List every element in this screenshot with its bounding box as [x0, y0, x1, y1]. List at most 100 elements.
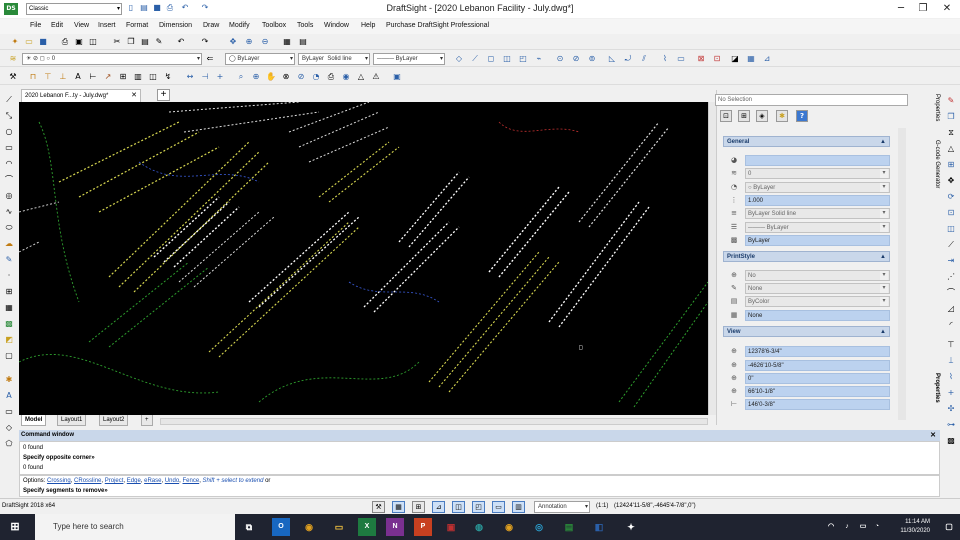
- text-icon[interactable]: A: [73, 72, 83, 82]
- ortho-toggle-icon[interactable]: ⊿: [432, 501, 445, 513]
- file-explorer-icon[interactable]: ▭: [330, 518, 348, 536]
- option-link[interactable]: eRase: [144, 478, 161, 484]
- polygon-icon[interactable]: ◇: [4, 423, 14, 433]
- menu-tools[interactable]: Tools: [297, 22, 313, 29]
- close-button[interactable]: ✕: [936, 0, 958, 18]
- edit-polyline-icon[interactable]: ⌇: [946, 372, 956, 382]
- select-objects-icon[interactable]: ⊡: [720, 110, 732, 122]
- scale-icon[interactable]: ⊡: [946, 208, 956, 218]
- rectangle-icon[interactable]: ▭: [4, 143, 14, 153]
- tab-model[interactable]: Model: [21, 415, 47, 426]
- redo-icon[interactable]: ↷: [200, 37, 210, 47]
- snap-none-icon[interactable]: ▭: [676, 54, 686, 64]
- lineweight-toggle-icon[interactable]: ▥: [512, 501, 525, 513]
- line-icon[interactable]: ⟋: [4, 95, 14, 105]
- mirror-icon[interactable]: ⧖: [946, 128, 956, 138]
- snap-intersection-icon[interactable]: ⌁: [534, 54, 544, 64]
- spline-icon[interactable]: ∿: [4, 207, 14, 217]
- printstyle-field-4[interactable]: None: [745, 310, 890, 321]
- snap-center-icon[interactable]: ◻: [486, 54, 496, 64]
- open-icon[interactable]: ▭: [24, 37, 34, 47]
- table-icon[interactable]: ⊞: [118, 72, 128, 82]
- onenote-icon[interactable]: N: [386, 518, 404, 536]
- point-icon[interactable]: ·: [4, 271, 14, 281]
- action-center-icon[interactable]: ▢: [940, 518, 958, 536]
- explode-icon[interactable]: ⊤: [946, 340, 956, 350]
- view-center-x-field[interactable]: 12378'6-3/4": [745, 346, 890, 357]
- grid-toggle-icon[interactable]: ▦: [392, 501, 405, 513]
- orbit-icon[interactable]: ⊗: [281, 72, 291, 82]
- warning-icon[interactable]: ⚠: [371, 72, 381, 82]
- side-tab-gcode[interactable]: G-code Generator: [928, 140, 940, 188]
- view-center-z-field[interactable]: 0": [745, 373, 890, 384]
- lengthen-icon[interactable]: ⊶: [946, 420, 956, 430]
- triangle-icon[interactable]: △: [356, 72, 366, 82]
- pattern-icon[interactable]: ⊞: [946, 160, 956, 170]
- polyline-icon[interactable]: ⌒: [4, 175, 14, 185]
- join-icon[interactable]: ⌒: [946, 288, 956, 298]
- xref-icon[interactable]: ↯: [163, 72, 173, 82]
- measure-icon[interactable]: ✣: [946, 404, 956, 414]
- teams-icon[interactable]: ▣: [442, 518, 460, 536]
- general-lineweight-select[interactable]: ──── ByLayer ▾: [745, 222, 890, 233]
- color-select[interactable]: ◯ ByLayer ▾: [225, 53, 295, 65]
- option-link[interactable]: Project: [105, 478, 124, 484]
- general-color-select[interactable]: ○ ByLayer ▾: [745, 182, 890, 193]
- id-point-icon[interactable]: +: [215, 72, 225, 82]
- hammer-icon[interactable]: ⚒: [8, 72, 18, 82]
- revision-cloud-icon[interactable]: ☁: [4, 239, 14, 249]
- donut-icon[interactable]: ◎: [4, 191, 14, 201]
- snap-tracking-icon[interactable]: ⊡: [712, 54, 722, 64]
- drawing-canvas[interactable]: □: [19, 102, 708, 415]
- polar-toggle-icon[interactable]: ◫: [452, 501, 465, 513]
- snap-quadrant-icon[interactable]: ◰: [518, 54, 528, 64]
- circle-icon[interactable]: ○: [4, 127, 14, 137]
- print-preview-icon[interactable]: ▣: [74, 37, 84, 47]
- design-resources-icon[interactable]: ▦: [282, 37, 292, 47]
- hatch-icon[interactable]: ▥: [133, 72, 143, 82]
- help-button[interactable]: ?: [796, 110, 808, 122]
- screenshot-tool-icon[interactable]: ◧: [590, 518, 608, 536]
- minimize-button[interactable]: ─: [890, 0, 912, 18]
- snap-endpoint-icon[interactable]: ◇: [454, 54, 464, 64]
- snap-extension-icon[interactable]: ⊙: [555, 54, 565, 64]
- draftsight-task-icon[interactable]: ▤: [560, 518, 578, 536]
- properties-icon[interactable]: ▤: [298, 37, 308, 47]
- snap-midpoint-icon[interactable]: ⟋: [470, 54, 480, 64]
- menu-modify[interactable]: Modify: [229, 22, 250, 29]
- lineweight-select[interactable]: ──── ByLayer ▾: [373, 53, 445, 65]
- selection-select[interactable]: No Selection: [715, 94, 908, 106]
- network-status-icon[interactable]: ◔: [868, 518, 886, 536]
- menu-edit[interactable]: Edit: [51, 22, 63, 29]
- leader-icon[interactable]: ↗: [103, 72, 113, 82]
- printstyle-field-3[interactable]: ByColor ▾: [745, 296, 890, 307]
- undo-icon[interactable]: ↶: [176, 37, 186, 47]
- option-link[interactable]: Fence: [183, 478, 200, 484]
- zoom-icon[interactable]: ⊕: [251, 72, 261, 82]
- excel-icon[interactable]: X: [358, 518, 376, 536]
- printstyle-field-2[interactable]: None ▾: [745, 283, 890, 294]
- section-general-header[interactable]: General ▲: [723, 136, 890, 147]
- menu-draw[interactable]: Draw: [203, 22, 219, 29]
- esnap-toggle-icon[interactable]: ◰: [472, 501, 485, 513]
- copy-icon[interactable]: ❐: [946, 112, 956, 122]
- area-icon[interactable]: ⊣: [200, 72, 210, 82]
- rotate-icon[interactable]: ⟳: [946, 192, 956, 202]
- side-tab-properties-active[interactable]: Properties: [928, 373, 940, 403]
- general-color-field[interactable]: [745, 155, 890, 166]
- menu-window[interactable]: Window: [324, 22, 349, 29]
- add-tab-button[interactable]: +: [157, 89, 170, 101]
- stretch-icon[interactable]: ◫: [946, 224, 956, 234]
- hammer-icon[interactable]: ⚒: [372, 501, 385, 513]
- note-icon[interactable]: A: [4, 391, 14, 401]
- canvas-horizontal-scrollbar[interactable]: [160, 418, 708, 425]
- block-icon[interactable]: ⊓: [28, 72, 38, 82]
- print-icon[interactable]: ⎙: [60, 37, 70, 47]
- add-layout-button[interactable]: +: [141, 415, 153, 426]
- toggle-pickadd-icon[interactable]: ◈: [756, 110, 768, 122]
- clock[interactable]: 11:14 AM 11/30/2020: [900, 518, 930, 536]
- view-width-field[interactable]: 146'0-3/8": [745, 399, 890, 410]
- ortho-icon[interactable]: ⊿: [762, 54, 772, 64]
- etrack-toggle-icon[interactable]: ▭: [492, 501, 505, 513]
- snap-tangent-icon[interactable]: ◺: [607, 54, 617, 64]
